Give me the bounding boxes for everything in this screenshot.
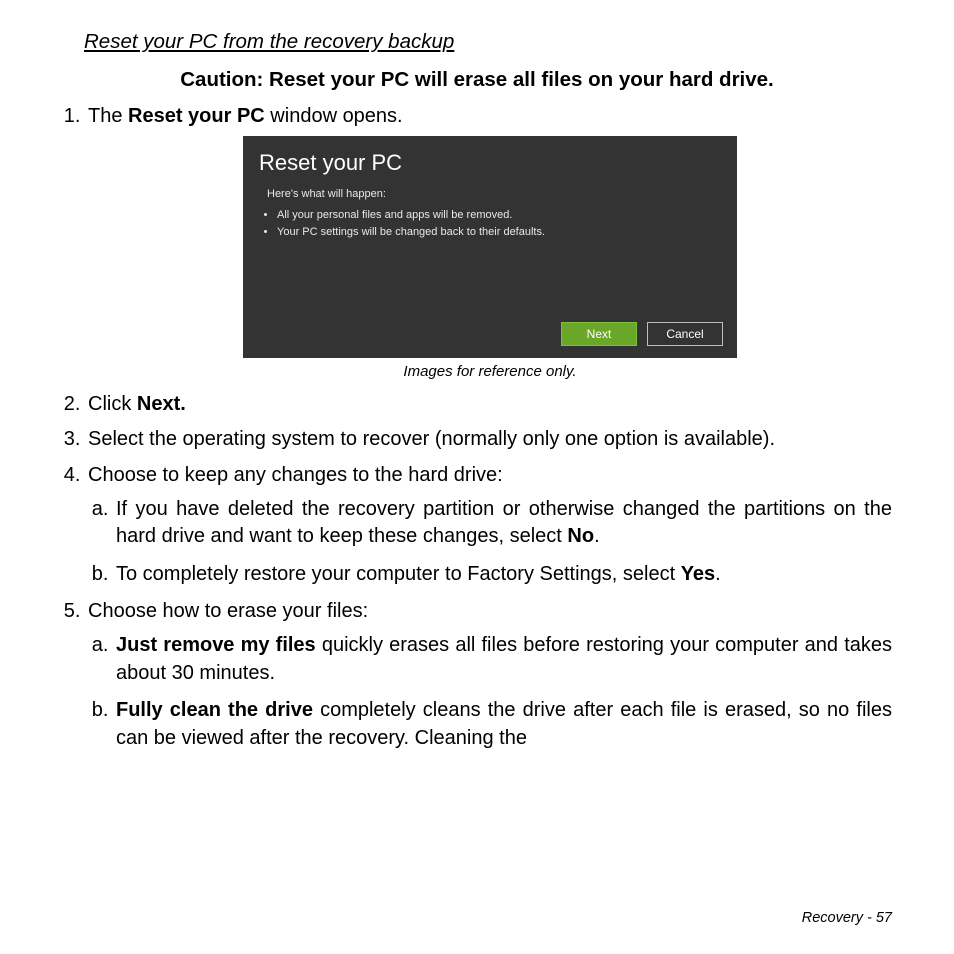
step-3: Select the operating system to recover (… <box>86 426 892 454</box>
text: If you have deleted the recovery partiti… <box>116 498 892 548</box>
dialog-subtitle: Here's what will happen: <box>267 187 721 202</box>
step-4b: To completely restore your computer to F… <box>114 561 892 589</box>
bold-text: Reset your PC <box>128 105 265 127</box>
step-5a: Just remove my files quickly erases all … <box>114 632 892 687</box>
bold-text: Yes <box>681 563 715 585</box>
caution-line: Caution: Reset your PC will erase all fi… <box>62 66 892 94</box>
step-4-substeps: If you have deleted the recovery partiti… <box>88 496 892 589</box>
reset-pc-dialog: Reset your PC Here's what will happen: A… <box>243 136 737 358</box>
dialog-button-row: Next Cancel <box>561 322 723 346</box>
document-page: Reset your PC from the recovery backup C… <box>0 0 954 954</box>
bold-text: No <box>567 525 594 547</box>
dialog-title: Reset your PC <box>259 148 721 178</box>
screenshot-wrapper: Reset your PC Here's what will happen: A… <box>88 136 892 383</box>
text: Click <box>88 393 137 415</box>
step-5: Choose how to erase your files: Just rem… <box>86 598 892 752</box>
step-4a: If you have deleted the recovery partiti… <box>114 496 892 551</box>
section-heading: Reset your PC from the recovery backup <box>84 28 892 56</box>
cancel-button[interactable]: Cancel <box>647 322 723 346</box>
text: To completely restore your computer to F… <box>116 563 681 585</box>
dialog-bullet: All your personal files and apps will be… <box>277 208 721 223</box>
step-4: Choose to keep any changes to the hard d… <box>86 462 892 588</box>
step-5-substeps: Just remove my files quickly erases all … <box>88 632 892 752</box>
next-button[interactable]: Next <box>561 322 637 346</box>
steps-list: The Reset your PC window opens. Reset yo… <box>62 103 892 753</box>
step-2: Click Next. <box>86 391 892 419</box>
bold-text: Fully clean the drive <box>116 699 313 721</box>
step-1: The Reset your PC window opens. Reset yo… <box>86 103 892 383</box>
screenshot-caption: Images for reference only. <box>88 362 892 383</box>
page-footer: Recovery - 57 <box>802 908 892 928</box>
text: The <box>88 105 128 127</box>
bold-text: Next. <box>137 393 186 415</box>
text: window opens. <box>265 105 403 127</box>
dialog-bullets: All your personal files and apps will be… <box>267 208 721 240</box>
text: . <box>715 563 721 585</box>
bold-text: Just remove my files <box>116 634 316 656</box>
step-5b: Fully clean the drive completely cleans … <box>114 697 892 752</box>
text: Choose how to erase your files: <box>88 600 368 622</box>
text: Choose to keep any changes to the hard d… <box>88 464 503 486</box>
text: . <box>594 525 600 547</box>
dialog-bullet: Your PC settings will be changed back to… <box>277 225 721 240</box>
text: Select the operating system to recover (… <box>88 428 775 450</box>
